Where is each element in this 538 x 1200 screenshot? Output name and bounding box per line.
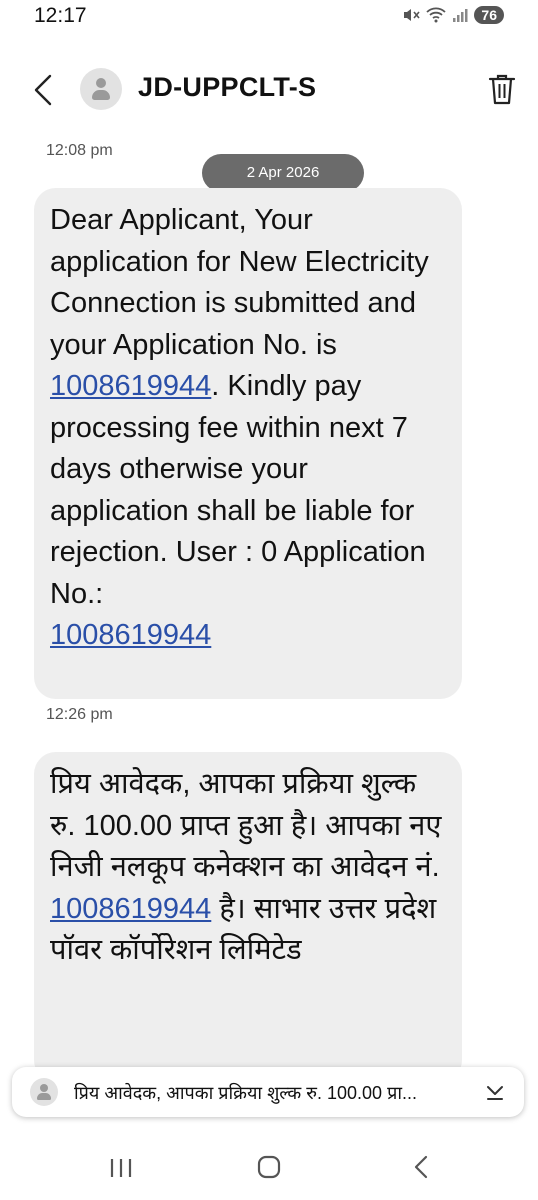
- message-text: प्रिय आवेदक, आपका प्रक्रिया शुल्क रु. 10…: [50, 768, 442, 883]
- trash-icon[interactable]: [486, 72, 518, 106]
- home-icon[interactable]: [256, 1154, 282, 1180]
- message-text: . Kindly pay processing fee within next …: [50, 370, 426, 610]
- message-bubble[interactable]: Dear Applicant, Your application for New…: [34, 188, 462, 699]
- conversation-header: JD-UPPCLT-S: [0, 58, 538, 120]
- battery-indicator: 76: [474, 6, 504, 24]
- status-icons: 76: [402, 6, 504, 24]
- mute-icon: [404, 9, 421, 21]
- application-number-link[interactable]: 1008619944: [50, 619, 211, 651]
- status-bar: 12:17 76: [0, 0, 538, 36]
- preview-text: प्रिय आवेदक, आपका प्रक्रिया शुल्क रु. 10…: [74, 1083, 417, 1103]
- sender-name[interactable]: JD-UPPCLT-S: [138, 72, 316, 103]
- person-icon: [30, 1078, 58, 1106]
- date-separator: 2 Apr 2026: [202, 154, 364, 192]
- status-time: 12:17: [34, 4, 87, 27]
- recents-icon[interactable]: [108, 1156, 134, 1180]
- message-timestamp: 12:08 pm: [46, 142, 113, 159]
- contact-avatar[interactable]: [80, 68, 122, 110]
- arrow-left-icon[interactable]: [26, 72, 62, 108]
- nav-back-icon[interactable]: [410, 1154, 432, 1180]
- new-message-preview[interactable]: प्रिय आवेदक, आपका प्रक्रिया शुल्क रु. 10…: [12, 1067, 524, 1117]
- application-number-link[interactable]: 1008619944: [50, 893, 211, 925]
- signal-icon: [453, 9, 468, 22]
- system-navigation-bar: [0, 1140, 538, 1200]
- message-bubble[interactable]: प्रिय आवेदक, आपका प्रक्रिया शुल्क रु. 10…: [34, 752, 462, 1082]
- application-number-link[interactable]: 1008619944: [50, 370, 211, 402]
- wifi-icon: [426, 7, 447, 23]
- message-timestamp: 12:26 pm: [46, 706, 113, 723]
- person-icon: [96, 78, 106, 88]
- message-text: Dear Applicant, Your application for New…: [50, 204, 429, 361]
- chevron-down-icon[interactable]: [484, 1081, 506, 1103]
